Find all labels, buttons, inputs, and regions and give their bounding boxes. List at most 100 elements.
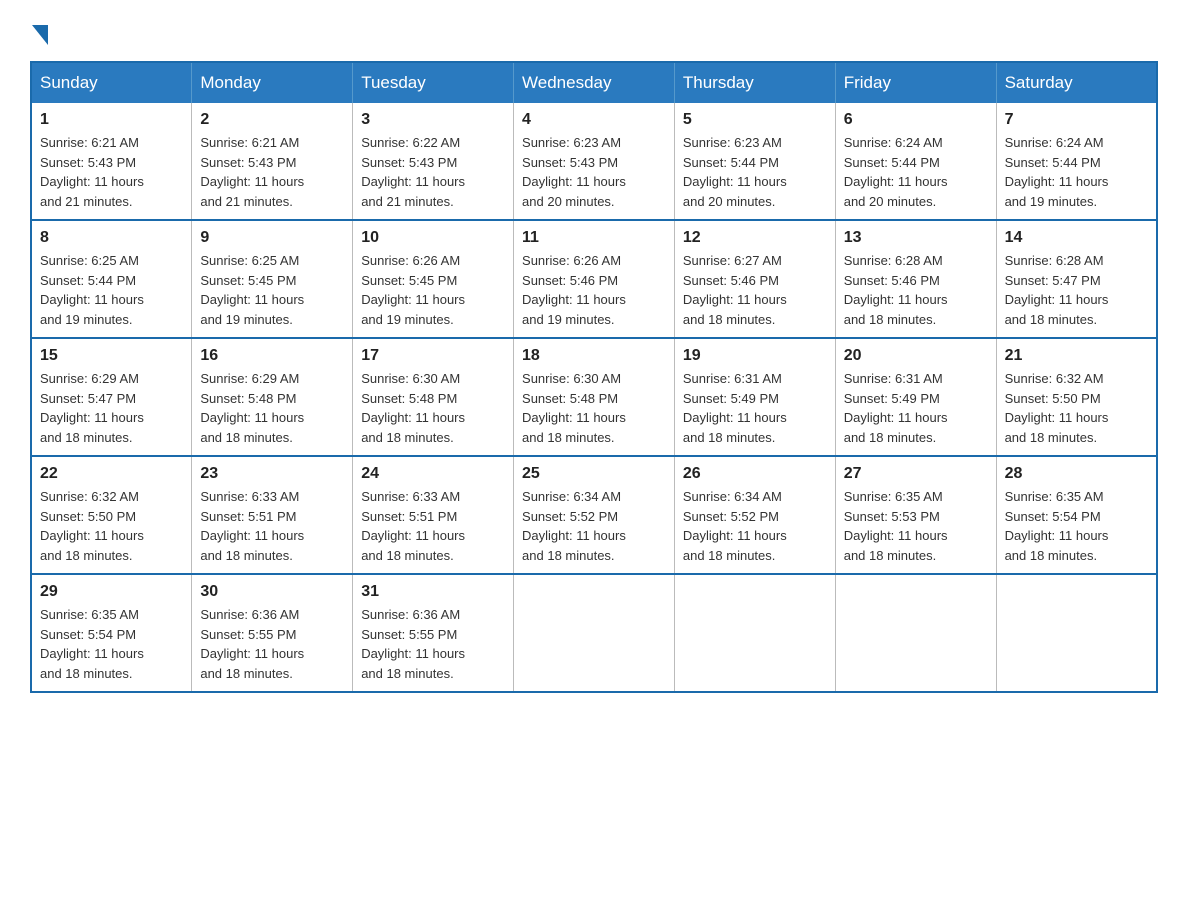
calendar-week-row: 15 Sunrise: 6:29 AMSunset: 5:47 PMDaylig… (31, 338, 1157, 456)
day-info: Sunrise: 6:30 AMSunset: 5:48 PMDaylight:… (361, 371, 465, 445)
calendar-cell: 26 Sunrise: 6:34 AMSunset: 5:52 PMDaylig… (674, 456, 835, 574)
weekday-header-row: SundayMondayTuesdayWednesdayThursdayFrid… (31, 62, 1157, 103)
calendar-cell: 24 Sunrise: 6:33 AMSunset: 5:51 PMDaylig… (353, 456, 514, 574)
calendar-cell: 2 Sunrise: 6:21 AMSunset: 5:43 PMDayligh… (192, 103, 353, 220)
calendar-cell: 6 Sunrise: 6:24 AMSunset: 5:44 PMDayligh… (835, 103, 996, 220)
calendar-cell: 13 Sunrise: 6:28 AMSunset: 5:46 PMDaylig… (835, 220, 996, 338)
calendar-cell: 14 Sunrise: 6:28 AMSunset: 5:47 PMDaylig… (996, 220, 1157, 338)
day-number: 18 (522, 347, 666, 365)
day-info: Sunrise: 6:31 AMSunset: 5:49 PMDaylight:… (844, 371, 948, 445)
day-number: 2 (200, 111, 344, 129)
day-info: Sunrise: 6:35 AMSunset: 5:54 PMDaylight:… (40, 607, 144, 681)
day-number: 28 (1005, 465, 1148, 483)
day-info: Sunrise: 6:24 AMSunset: 5:44 PMDaylight:… (844, 135, 948, 209)
day-info: Sunrise: 6:30 AMSunset: 5:48 PMDaylight:… (522, 371, 626, 445)
calendar-cell (674, 574, 835, 692)
day-info: Sunrise: 6:21 AMSunset: 5:43 PMDaylight:… (200, 135, 304, 209)
day-number: 13 (844, 229, 988, 247)
day-number: 10 (361, 229, 505, 247)
calendar-cell: 15 Sunrise: 6:29 AMSunset: 5:47 PMDaylig… (31, 338, 192, 456)
logo (30, 20, 48, 41)
day-number: 16 (200, 347, 344, 365)
calendar-cell: 25 Sunrise: 6:34 AMSunset: 5:52 PMDaylig… (514, 456, 675, 574)
calendar-cell (996, 574, 1157, 692)
day-info: Sunrise: 6:35 AMSunset: 5:54 PMDaylight:… (1005, 489, 1109, 563)
day-number: 14 (1005, 229, 1148, 247)
calendar-cell: 8 Sunrise: 6:25 AMSunset: 5:44 PMDayligh… (31, 220, 192, 338)
calendar-week-row: 22 Sunrise: 6:32 AMSunset: 5:50 PMDaylig… (31, 456, 1157, 574)
weekday-header-sunday: Sunday (31, 62, 192, 103)
day-number: 11 (522, 229, 666, 247)
day-info: Sunrise: 6:32 AMSunset: 5:50 PMDaylight:… (40, 489, 144, 563)
day-info: Sunrise: 6:27 AMSunset: 5:46 PMDaylight:… (683, 253, 787, 327)
calendar-week-row: 1 Sunrise: 6:21 AMSunset: 5:43 PMDayligh… (31, 103, 1157, 220)
day-info: Sunrise: 6:34 AMSunset: 5:52 PMDaylight:… (522, 489, 626, 563)
day-number: 15 (40, 347, 183, 365)
day-info: Sunrise: 6:32 AMSunset: 5:50 PMDaylight:… (1005, 371, 1109, 445)
day-number: 23 (200, 465, 344, 483)
day-info: Sunrise: 6:24 AMSunset: 5:44 PMDaylight:… (1005, 135, 1109, 209)
day-info: Sunrise: 6:23 AMSunset: 5:43 PMDaylight:… (522, 135, 626, 209)
day-number: 6 (844, 111, 988, 129)
day-info: Sunrise: 6:25 AMSunset: 5:45 PMDaylight:… (200, 253, 304, 327)
calendar-cell: 30 Sunrise: 6:36 AMSunset: 5:55 PMDaylig… (192, 574, 353, 692)
day-number: 20 (844, 347, 988, 365)
day-info: Sunrise: 6:35 AMSunset: 5:53 PMDaylight:… (844, 489, 948, 563)
calendar-table: SundayMondayTuesdayWednesdayThursdayFrid… (30, 61, 1158, 693)
day-number: 1 (40, 111, 183, 129)
day-number: 5 (683, 111, 827, 129)
calendar-cell: 7 Sunrise: 6:24 AMSunset: 5:44 PMDayligh… (996, 103, 1157, 220)
day-info: Sunrise: 6:26 AMSunset: 5:45 PMDaylight:… (361, 253, 465, 327)
page-header (30, 20, 1158, 41)
day-info: Sunrise: 6:28 AMSunset: 5:47 PMDaylight:… (1005, 253, 1109, 327)
day-number: 22 (40, 465, 183, 483)
calendar-cell: 4 Sunrise: 6:23 AMSunset: 5:43 PMDayligh… (514, 103, 675, 220)
weekday-header-tuesday: Tuesday (353, 62, 514, 103)
day-info: Sunrise: 6:26 AMSunset: 5:46 PMDaylight:… (522, 253, 626, 327)
day-info: Sunrise: 6:31 AMSunset: 5:49 PMDaylight:… (683, 371, 787, 445)
weekday-header-wednesday: Wednesday (514, 62, 675, 103)
calendar-cell: 9 Sunrise: 6:25 AMSunset: 5:45 PMDayligh… (192, 220, 353, 338)
day-info: Sunrise: 6:36 AMSunset: 5:55 PMDaylight:… (200, 607, 304, 681)
calendar-cell: 3 Sunrise: 6:22 AMSunset: 5:43 PMDayligh… (353, 103, 514, 220)
day-number: 26 (683, 465, 827, 483)
calendar-cell: 18 Sunrise: 6:30 AMSunset: 5:48 PMDaylig… (514, 338, 675, 456)
calendar-cell: 11 Sunrise: 6:26 AMSunset: 5:46 PMDaylig… (514, 220, 675, 338)
calendar-cell: 12 Sunrise: 6:27 AMSunset: 5:46 PMDaylig… (674, 220, 835, 338)
day-number: 31 (361, 583, 505, 601)
day-info: Sunrise: 6:28 AMSunset: 5:46 PMDaylight:… (844, 253, 948, 327)
day-info: Sunrise: 6:33 AMSunset: 5:51 PMDaylight:… (200, 489, 304, 563)
calendar-week-row: 8 Sunrise: 6:25 AMSunset: 5:44 PMDayligh… (31, 220, 1157, 338)
calendar-cell: 19 Sunrise: 6:31 AMSunset: 5:49 PMDaylig… (674, 338, 835, 456)
day-number: 12 (683, 229, 827, 247)
day-number: 4 (522, 111, 666, 129)
weekday-header-friday: Friday (835, 62, 996, 103)
calendar-cell: 10 Sunrise: 6:26 AMSunset: 5:45 PMDaylig… (353, 220, 514, 338)
calendar-cell: 31 Sunrise: 6:36 AMSunset: 5:55 PMDaylig… (353, 574, 514, 692)
day-number: 8 (40, 229, 183, 247)
day-info: Sunrise: 6:23 AMSunset: 5:44 PMDaylight:… (683, 135, 787, 209)
day-info: Sunrise: 6:29 AMSunset: 5:48 PMDaylight:… (200, 371, 304, 445)
calendar-week-row: 29 Sunrise: 6:35 AMSunset: 5:54 PMDaylig… (31, 574, 1157, 692)
calendar-cell: 17 Sunrise: 6:30 AMSunset: 5:48 PMDaylig… (353, 338, 514, 456)
calendar-cell: 27 Sunrise: 6:35 AMSunset: 5:53 PMDaylig… (835, 456, 996, 574)
day-number: 19 (683, 347, 827, 365)
day-number: 27 (844, 465, 988, 483)
calendar-cell: 1 Sunrise: 6:21 AMSunset: 5:43 PMDayligh… (31, 103, 192, 220)
day-info: Sunrise: 6:21 AMSunset: 5:43 PMDaylight:… (40, 135, 144, 209)
day-info: Sunrise: 6:29 AMSunset: 5:47 PMDaylight:… (40, 371, 144, 445)
day-info: Sunrise: 6:33 AMSunset: 5:51 PMDaylight:… (361, 489, 465, 563)
calendar-cell: 16 Sunrise: 6:29 AMSunset: 5:48 PMDaylig… (192, 338, 353, 456)
day-number: 17 (361, 347, 505, 365)
logo-arrow-icon (32, 25, 48, 45)
calendar-cell (835, 574, 996, 692)
day-number: 25 (522, 465, 666, 483)
day-info: Sunrise: 6:22 AMSunset: 5:43 PMDaylight:… (361, 135, 465, 209)
day-number: 9 (200, 229, 344, 247)
day-info: Sunrise: 6:36 AMSunset: 5:55 PMDaylight:… (361, 607, 465, 681)
calendar-cell: 23 Sunrise: 6:33 AMSunset: 5:51 PMDaylig… (192, 456, 353, 574)
day-number: 29 (40, 583, 183, 601)
day-number: 3 (361, 111, 505, 129)
weekday-header-thursday: Thursday (674, 62, 835, 103)
calendar-cell: 29 Sunrise: 6:35 AMSunset: 5:54 PMDaylig… (31, 574, 192, 692)
